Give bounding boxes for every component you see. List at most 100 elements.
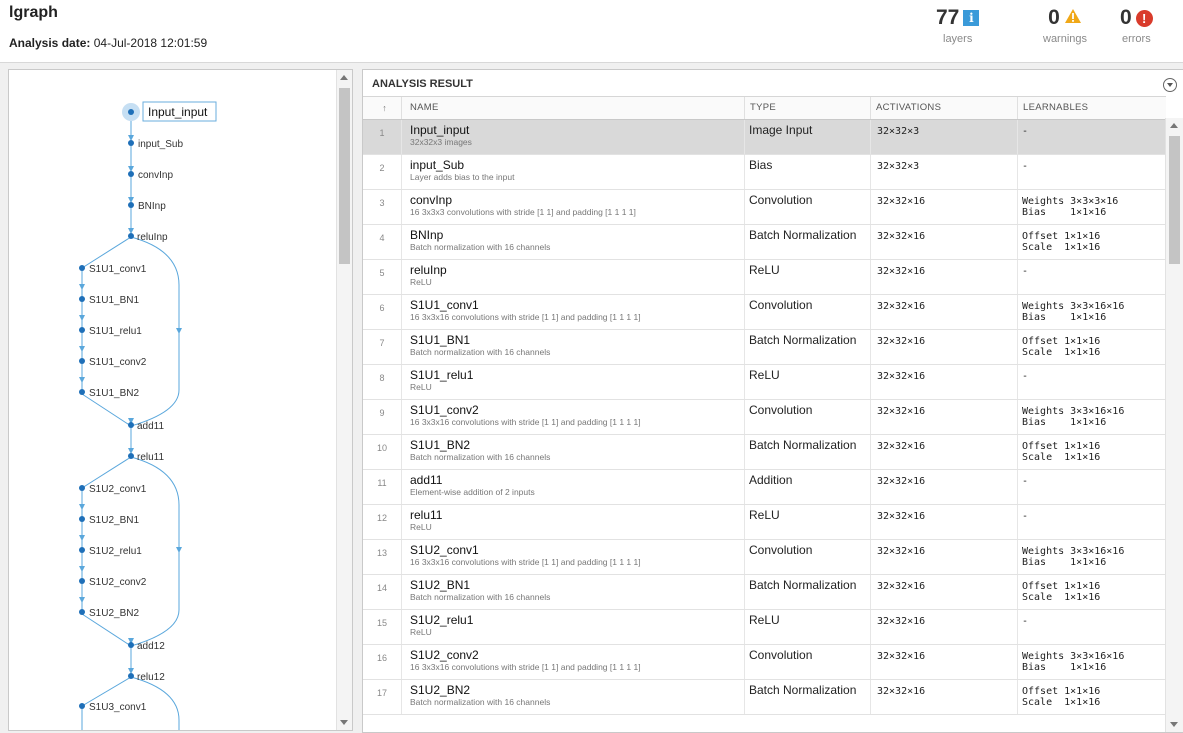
graph-node-label[interactable]: S1U2_BN1	[89, 515, 139, 526]
graph-node-label[interactable]: S1U2_conv2	[89, 577, 147, 588]
learnables-line-2: Scale 1×1×16	[1022, 592, 1101, 603]
layer-name: S1U2_relu1	[410, 613, 474, 627]
table-row[interactable]: 13 S1U2_conv1 16 3x3x16 convolutions with …	[363, 540, 1166, 575]
layer-type: ReLU	[745, 610, 871, 644]
column-header-type[interactable]: TYPE	[745, 97, 871, 119]
collapse-chevron-icon[interactable]	[1163, 78, 1177, 92]
row-number: 1	[363, 120, 402, 154]
learnables-line-2: Bias 1×1×16	[1022, 557, 1107, 568]
table-row[interactable]: 2 input_Sub Layer adds bias to the input Bi…	[363, 155, 1166, 190]
table-scrollbar[interactable]	[1165, 118, 1183, 732]
layer-type: Batch Normalization	[745, 575, 871, 609]
scroll-down-icon[interactable]	[340, 720, 348, 725]
table-row[interactable]: 6 S1U1_conv1 16 3x3x16 convolutions with s…	[363, 295, 1166, 330]
layer-name-cell: S1U2_conv2 16 3x3x16 convolutions with st…	[402, 645, 745, 679]
layer-name-cell: S1U1_conv2 16 3x3x16 convolutions with st…	[402, 400, 745, 434]
layer-name-cell: S1U2_BN1 Batch normalization with 16 chan…	[402, 575, 745, 609]
table-row[interactable]: 1 Input_input 32x32x3 images Image Input 32×…	[363, 120, 1166, 155]
graph-node-label[interactable]: S1U2_relu1	[89, 546, 142, 557]
graph-node-label[interactable]: relu12	[137, 672, 165, 683]
layers-caption: layers	[943, 33, 973, 45]
graph-node-label[interactable]: input_Sub	[138, 139, 183, 150]
scroll-up-icon[interactable]	[1170, 123, 1178, 128]
table-row[interactable]: 8 S1U1_relu1 ReLU ReLU 32×32×16-	[363, 365, 1166, 400]
layer-activations: 32×32×16	[871, 400, 1018, 434]
app-title: lgraph	[9, 4, 58, 21]
learnables-line-2: Bias 1×1×16	[1022, 662, 1107, 673]
layer-learnables: -	[1018, 610, 1166, 644]
errors-stat[interactable]: 0! errors	[1120, 6, 1153, 45]
layers-stat[interactable]: 77 i layers	[936, 6, 980, 45]
graph-scrollbar[interactable]	[336, 70, 352, 730]
graph-node-label[interactable]: S1U1_relu1	[89, 326, 142, 337]
table-row[interactable]: 9 S1U1_conv2 16 3x3x16 convolutions with s…	[363, 400, 1166, 435]
graph-node-label[interactable]: reluInp	[137, 232, 168, 243]
layer-name: S1U1_BN2	[410, 438, 471, 452]
warnings-caption: warnings	[1043, 33, 1088, 45]
layer-type: Convolution	[745, 540, 871, 574]
layer-graph-panel[interactable]: Input_input input_Sub convInp BNInp relu…	[8, 69, 353, 731]
table-row[interactable]: 11 add11 Element-wise addition of 2 inputs…	[363, 470, 1166, 505]
layer-activations: 32×32×16	[871, 190, 1018, 224]
table-row[interactable]: 14 S1U2_BN1 Batch normalization with 16 ch…	[363, 575, 1166, 610]
layer-type: ReLU	[745, 260, 871, 294]
sort-arrow-icon[interactable]: ↑	[363, 97, 402, 119]
table-row[interactable]: 17 S1U2_BN2 Batch normalization with 16 ch…	[363, 680, 1166, 715]
row-number: 14	[363, 575, 402, 609]
learnables-line-2: Bias 1×1×16	[1022, 417, 1107, 428]
table-scroll-thumb[interactable]	[1169, 136, 1180, 264]
table-row[interactable]: 15 S1U2_relu1 ReLU ReLU 32×32×16-	[363, 610, 1166, 645]
table-row[interactable]: 10 S1U1_BN2 Batch normalization with 16 ch…	[363, 435, 1166, 470]
learnables-line-2: Bias 1×1×16	[1022, 207, 1107, 218]
graph-node-label[interactable]: S1U2_BN2	[89, 608, 139, 619]
scroll-up-icon[interactable]	[340, 75, 348, 80]
learnables-line-1: Weights 3×3×16×16	[1022, 301, 1125, 312]
learnables-line-1: Offset 1×1×16	[1022, 231, 1101, 242]
row-number: 8	[363, 365, 402, 399]
warnings-stat[interactable]: 0 warnings	[1043, 6, 1087, 45]
table-row[interactable]: 4 BNInp Batch normalization with 16 channe…	[363, 225, 1166, 260]
layer-learnables: Weights 3×3×16×16 Bias 1×1×16	[1018, 540, 1166, 574]
errors-caption: errors	[1121, 33, 1151, 45]
layer-graph[interactable]: Input_input input_Sub convInp BNInp relu…	[9, 70, 337, 730]
graph-node-label-input[interactable]: Input_input	[148, 105, 208, 119]
graph-node-label[interactable]: BNInp	[138, 201, 166, 212]
row-number: 10	[363, 435, 402, 469]
table-row[interactable]: 16 S1U2_conv2 16 3x3x16 convolutions with …	[363, 645, 1166, 680]
layer-learnables: -	[1018, 365, 1166, 399]
header-bar: lgraph Analysis date: 04-Jul-2018 12:01:…	[0, 0, 1183, 63]
graph-node-label[interactable]: add12	[137, 641, 165, 652]
graph-node-label[interactable]: S1U3_conv1	[89, 702, 147, 713]
column-header-learnables[interactable]: LEARNABLES	[1018, 97, 1166, 119]
table-row[interactable]: 3 convInp 16 3x3x3 convolutions with strid…	[363, 190, 1166, 225]
learnables-line-1: Weights 3×3×16×16	[1022, 546, 1125, 557]
layer-description: Batch normalization with 16 channels	[410, 592, 551, 602]
graph-node-label[interactable]: convInp	[138, 170, 173, 181]
graph-scroll-thumb[interactable]	[339, 88, 350, 264]
layer-name-cell: S1U1_relu1 ReLU	[402, 365, 745, 399]
layer-activations: 32×32×16	[871, 575, 1018, 609]
graph-node-label[interactable]: S1U1_conv1	[89, 264, 147, 275]
scroll-down-icon[interactable]	[1170, 722, 1178, 727]
row-number: 16	[363, 645, 402, 679]
graph-node-label[interactable]: S1U2_conv1	[89, 484, 147, 495]
layer-name: S1U2_BN2	[410, 683, 471, 697]
warning-icon	[1064, 8, 1082, 29]
column-header-name[interactable]: NAME	[402, 97, 745, 119]
table-row[interactable]: 7 S1U1_BN1 Batch normalization with 16 cha…	[363, 330, 1166, 365]
layer-name-cell: S1U1_BN1 Batch normalization with 16 chan…	[402, 330, 745, 364]
layer-name: input_Sub	[410, 158, 465, 172]
layer-activations: 32×32×16	[871, 435, 1018, 469]
column-header-activations[interactable]: ACTIVATIONS	[871, 97, 1018, 119]
graph-node-label[interactable]: relu11	[137, 452, 164, 463]
layer-learnables: Weights 3×3×16×16 Bias 1×1×16	[1018, 295, 1166, 329]
graph-node-label[interactable]: S1U1_conv2	[89, 357, 147, 368]
layer-name: S1U1_conv1	[410, 298, 479, 312]
graph-node-label[interactable]: S1U1_BN1	[89, 295, 139, 306]
graph-node-label[interactable]: add11	[137, 421, 165, 432]
table-row[interactable]: 5 reluInp ReLU ReLU 32×32×16-	[363, 260, 1166, 295]
row-number: 3	[363, 190, 402, 224]
table-row[interactable]: 12 relu11 ReLU ReLU 32×32×16-	[363, 505, 1166, 540]
graph-node-label[interactable]: S1U1_BN2	[89, 388, 139, 399]
error-icon: !	[1135, 9, 1153, 27]
